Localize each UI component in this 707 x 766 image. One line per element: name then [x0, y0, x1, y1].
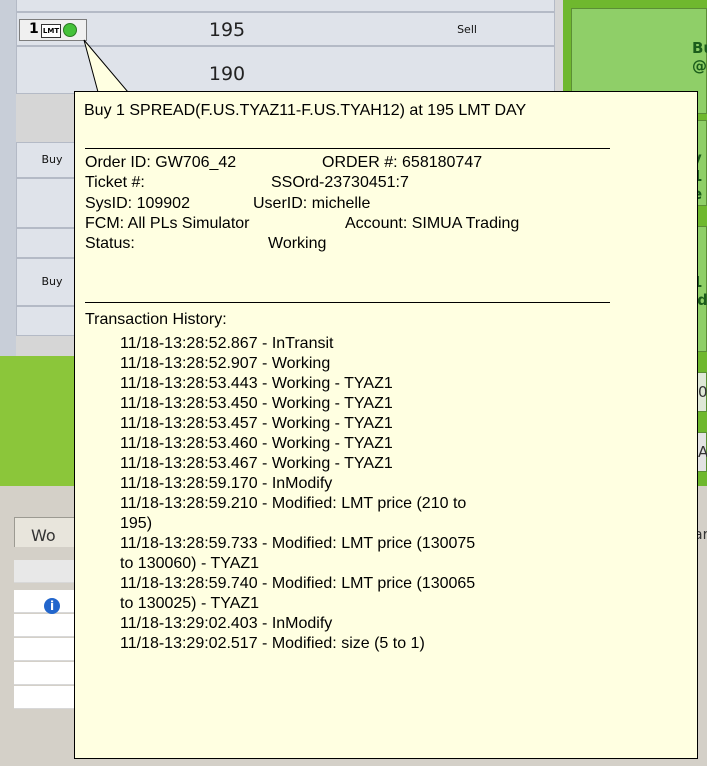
history-entry: 11/18-13:28:53.467 - Working - TYAZ1: [120, 455, 393, 472]
order-tooltip: Buy 1 SPREAD(F.US.TYAZ11-F.US.TYAH12) at…: [74, 91, 698, 759]
history-title: Transaction History:: [85, 311, 227, 328]
userid-line: UserID: michelle: [253, 194, 370, 214]
sysid-line: SysID: 109902: [85, 194, 190, 214]
history-entry: 11/18-13:29:02.517 - Modified: size (5 t…: [120, 635, 425, 652]
ticket-label: Ticket #:: [85, 174, 145, 191]
fcm-value: All PLs Simulator: [127, 215, 250, 232]
transaction-history-list: 11/18-13:28:52.867 - InTransit 11/18-13:2…: [120, 334, 475, 654]
history-entry: 11/18-13:28:59.170 - InModify: [120, 475, 333, 492]
userid-value: michelle: [311, 195, 371, 212]
sysid-value: 109902: [136, 195, 190, 212]
history-entry: 11/18-13:28:53.450 - Working - TYAZ1: [120, 395, 393, 412]
account-label: Account:: [345, 215, 408, 232]
order-id-value: GW706_42: [155, 154, 237, 171]
divider: [85, 148, 610, 149]
order-summary: Buy 1 SPREAD(F.US.TYAZ11-F.US.TYAH12) at…: [84, 102, 527, 119]
order-number-value: 658180747: [402, 154, 483, 171]
history-entry: 11/18-13:28:53.460 - Working - TYAZ1: [120, 435, 393, 452]
history-entry: 11/18-13:28:53.457 - Working - TYAZ1: [120, 415, 393, 432]
order-number-line: ORDER #: 658180747: [322, 153, 482, 173]
ticket-value: SSOrd-23730451:7: [271, 174, 409, 191]
history-entry: 11/18-13:28:53.443 - Working - TYAZ1: [120, 375, 393, 392]
order-id-line: Order ID: GW706_42: [85, 153, 236, 173]
order-id-label: Order ID:: [85, 154, 151, 171]
status-value: Working: [268, 235, 327, 252]
history-entry: 11/18-13:28:59.210 - Modified: LMT price…: [120, 495, 467, 532]
order-number-label: ORDER #:: [322, 154, 398, 171]
history-entry: 11/18-13:28:52.907 - Working: [120, 355, 331, 372]
account-line: Account: SIMUA Trading: [345, 214, 519, 234]
history-entry: 11/18-13:28:52.867 - InTransit: [120, 335, 334, 352]
userid-label: UserID:: [253, 195, 308, 212]
fcm-line: FCM: All PLs Simulator: [85, 214, 250, 234]
fcm-label: FCM:: [85, 215, 125, 232]
account-value: SIMUA Trading: [411, 215, 520, 232]
divider: [85, 302, 610, 303]
history-entry: 11/18-13:28:59.733 - Modified: LMT price…: [120, 535, 476, 572]
sysid-label: SysID:: [85, 195, 133, 212]
history-entry: 11/18-13:29:02.403 - InModify: [120, 615, 333, 632]
status-label: Status:: [85, 235, 135, 252]
history-entry: 11/18-13:28:59.740 - Modified: LMT price…: [120, 575, 476, 612]
